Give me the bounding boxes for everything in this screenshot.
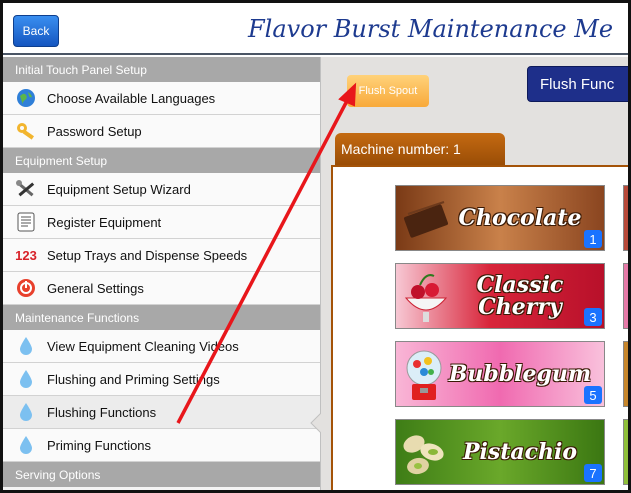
droplet-icon (13, 401, 39, 423)
flavor-name: Bubblegum (448, 361, 592, 387)
flavor-number-badge: 1 (584, 230, 602, 248)
cherry-sundae-icon (404, 274, 448, 322)
flavor-tile-partial[interactable] (623, 419, 628, 485)
flavor-name: Pistachio (462, 439, 578, 465)
sidebar-item-label: View Equipment Cleaning Videos (47, 338, 239, 354)
sidebar-item-priming-functions[interactable]: Priming Functions (3, 429, 320, 462)
flavor-name: Chocolate (458, 205, 582, 231)
section-initial-touch-panel-setup: Initial Touch Panel Setup (3, 57, 320, 82)
power-icon (13, 277, 39, 299)
globe-icon (13, 87, 39, 109)
header: Back Flavor Burst Maintenance Me (3, 3, 628, 55)
page-title: Flavor Burst Maintenance Me (248, 15, 614, 43)
flavor-tile-partial[interactable] (623, 341, 628, 407)
flavor-tile-classic-cherry[interactable]: Classic Cherry 3 (395, 263, 605, 329)
flavor-number-badge: 5 (584, 386, 602, 404)
section-maintenance-functions: Maintenance Functions (3, 305, 320, 330)
sidebar-item-label: Flushing and Priming Settings (47, 371, 220, 387)
main-content: Flush Spout Flush Func Machine number: 1… (321, 57, 628, 490)
sidebar-item-label: Setup Trays and Dispense Speeds (47, 247, 248, 263)
sidebar-item-label: Priming Functions (47, 437, 152, 453)
flavor-number-badge: 7 (584, 464, 602, 482)
droplet-icon (13, 368, 39, 390)
numbers-icon: 123 (13, 244, 39, 266)
pistachio-nuts-icon (403, 435, 444, 475)
app-window: Back Flavor Burst Maintenance Me Initial… (0, 0, 631, 493)
sidebar-item-equipment-setup-wizard[interactable]: Equipment Setup Wizard (3, 173, 320, 206)
gumball-machine-icon (406, 350, 442, 400)
tools-icon (13, 178, 39, 200)
machine-number-tab[interactable]: Machine number: 1 (335, 133, 505, 165)
sidebar-item-label: Register Equipment (47, 214, 162, 230)
sidebar-item-view-cleaning-videos[interactable]: View Equipment Cleaning Videos (3, 330, 320, 363)
section-equipment-setup: Equipment Setup (3, 148, 320, 173)
document-icon (13, 211, 39, 233)
droplet-icon (13, 434, 39, 456)
flavor-tile-chocolate[interactable]: Chocolate 1 (395, 185, 605, 251)
flush-spout-button[interactable]: Flush Spout (347, 75, 429, 107)
chocolate-bar-icon (404, 201, 448, 238)
numbers-icon-text: 123 (15, 247, 37, 263)
sidebar-item-flushing-functions[interactable]: Flushing Functions (3, 396, 320, 429)
flavor-tile-pistachio[interactable]: Pistachio 7 (395, 419, 605, 485)
flavor-tile-partial[interactable] (623, 263, 628, 329)
flavor-tile-bubblegum[interactable]: Bubblegum 5 (395, 341, 605, 407)
flavor-number-badge: 3 (584, 308, 602, 326)
sidebar-item-password-setup[interactable]: Password Setup (3, 115, 320, 148)
sidebar-item-label: Password Setup (47, 123, 142, 139)
key-icon (13, 120, 39, 142)
sidebar-item-label: Equipment Setup Wizard (47, 181, 191, 197)
sidebar: Initial Touch Panel Setup Choose Availab… (3, 57, 321, 490)
sidebar-item-register-equipment[interactable]: Register Equipment (3, 206, 320, 239)
flavor-name: Classic Cherry (476, 272, 564, 320)
flush-functions-title: Flush Func (527, 66, 628, 102)
sidebar-item-label: Flushing Functions (47, 404, 157, 420)
back-button[interactable]: Back (13, 15, 59, 47)
sidebar-item-label: Choose Available Languages (47, 90, 216, 106)
section-serving-options: Serving Options (3, 462, 320, 487)
flavor-panel: Chocolate 1 Classic Cherry 3 Bubblegum 5… (331, 165, 628, 490)
sidebar-item-setup-trays[interactable]: 123 Setup Trays and Dispense Speeds (3, 239, 320, 272)
sidebar-item-flushing-priming-settings[interactable]: Flushing and Priming Settings (3, 363, 320, 396)
sidebar-item-general-settings[interactable]: General Settings (3, 272, 320, 305)
sidebar-item-choose-available-languages[interactable]: Choose Available Languages (3, 82, 320, 115)
flavor-tile-partial[interactable] (623, 185, 628, 251)
sidebar-item-label: General Settings (47, 280, 144, 296)
droplet-icon (13, 335, 39, 357)
